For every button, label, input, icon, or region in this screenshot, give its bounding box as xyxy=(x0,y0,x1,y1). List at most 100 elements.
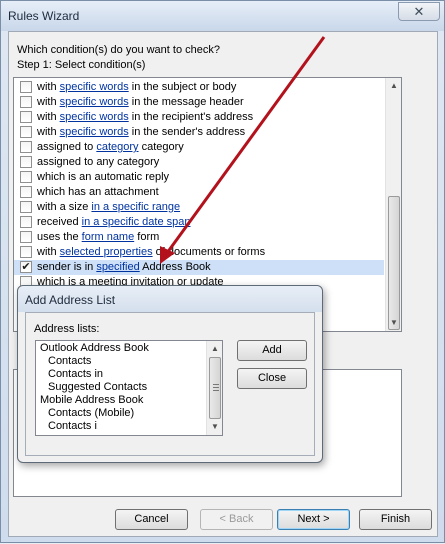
address-list-item[interactable]: Contacts xyxy=(48,355,91,368)
next-button[interactable]: Next > xyxy=(277,509,350,530)
condition-text: which has an attachment xyxy=(37,185,159,200)
condition-checkbox[interactable] xyxy=(20,141,32,153)
dialog-title: Add Address List xyxy=(25,293,116,307)
condition-text-part: category xyxy=(138,141,184,153)
list-scroll-up-icon[interactable]: ▲ xyxy=(207,341,222,357)
condition-text: with selected properties of documents or… xyxy=(37,245,265,260)
condition-text-part: form xyxy=(134,231,160,243)
address-list-item[interactable]: Outlook Address Book xyxy=(40,342,149,355)
condition-checkbox[interactable] xyxy=(20,171,32,183)
condition-checkbox[interactable] xyxy=(20,231,32,243)
condition-link[interactable]: form name xyxy=(82,231,135,243)
rules-wizard-window: Rules Wizard ✕ Which condition(s) do you… xyxy=(0,0,445,543)
condition-text: with specific words in the sender's addr… xyxy=(37,125,245,140)
list-scroll-thumb[interactable] xyxy=(209,357,221,419)
address-list-scrollbar[interactable]: ▲ ▼ xyxy=(206,341,222,435)
condition-link[interactable]: specific words xyxy=(60,96,129,108)
condition-text-part: Address Book xyxy=(139,261,211,273)
condition-text-part: in the message header xyxy=(128,96,244,108)
address-lists-label: Address lists: xyxy=(34,323,100,335)
condition-text-part: which has an attachment xyxy=(37,186,159,198)
condition-checkbox[interactable] xyxy=(20,186,32,198)
step-label: Step 1: Select condition(s) xyxy=(17,59,146,71)
condition-row[interactable]: ✔ sender is in specified Address Book xyxy=(14,260,384,275)
condition-text-part: assigned to xyxy=(37,141,97,153)
condition-text: with a size in a specific range xyxy=(37,200,180,215)
condition-row[interactable]: with specific words in the recipient's a… xyxy=(14,110,384,125)
title-bar[interactable]: Rules Wizard ✕ xyxy=(1,1,444,31)
condition-row[interactable]: with selected properties of documents or… xyxy=(14,245,384,260)
dialog-body: Address lists: Outlook Address Book Conta… xyxy=(25,312,315,456)
condition-link[interactable]: in a specific range xyxy=(91,201,180,213)
condition-link[interactable]: specified xyxy=(96,261,139,273)
condition-text-part: in the subject or body xyxy=(128,81,237,93)
condition-text: sender is in specified Address Book xyxy=(37,260,211,275)
redaction-mark xyxy=(97,419,187,433)
condition-checkbox[interactable] xyxy=(20,81,32,93)
condition-text-part: which is an automatic reply xyxy=(37,171,170,183)
condition-text-part: received xyxy=(37,216,82,228)
condition-text-part: with xyxy=(37,111,60,123)
condition-row[interactable]: assigned to category category xyxy=(14,140,384,155)
add-button[interactable]: Add xyxy=(237,340,307,361)
condition-text: which is an automatic reply xyxy=(37,170,169,185)
condition-checkbox[interactable] xyxy=(20,201,32,213)
condition-checkbox[interactable] xyxy=(20,156,32,168)
condition-row[interactable]: with specific words in the subject or bo… xyxy=(14,80,384,95)
list-scroll-down-icon[interactable]: ▼ xyxy=(207,419,222,435)
condition-text: assigned to category category xyxy=(37,140,184,155)
condition-text-part: with xyxy=(37,246,60,258)
address-list-item[interactable]: Contacts in xyxy=(48,368,103,381)
conditions-prompt: Which condition(s) do you want to check? xyxy=(17,44,220,56)
back-button[interactable]: < Back xyxy=(200,509,273,530)
close-button[interactable]: Close xyxy=(237,368,307,389)
address-list-item[interactable]: Mobile Address Book xyxy=(40,394,143,407)
condition-text: with specific words in the subject or bo… xyxy=(37,80,236,95)
condition-link[interactable]: selected properties xyxy=(60,246,153,258)
condition-link[interactable]: specific words xyxy=(60,126,129,138)
condition-text-part: with xyxy=(37,126,60,138)
condition-link[interactable]: in a specific date span xyxy=(82,216,191,228)
condition-checkbox[interactable] xyxy=(20,216,32,228)
condition-text-part: sender is in xyxy=(37,261,97,273)
condition-text-part: with xyxy=(37,81,60,93)
scroll-up-icon[interactable]: ▲ xyxy=(386,78,401,94)
condition-text-part: with a size xyxy=(37,201,92,213)
condition-text: uses the form name form xyxy=(37,230,159,245)
condition-text-part: in the recipient's address xyxy=(128,111,254,123)
condition-row[interactable]: received in a specific date span xyxy=(14,215,384,230)
condition-checkbox[interactable]: ✔ xyxy=(20,261,32,273)
scroll-thumb[interactable] xyxy=(388,196,400,330)
condition-checkbox[interactable] xyxy=(20,111,32,123)
finish-button[interactable]: Finish xyxy=(359,509,432,530)
condition-row[interactable]: with specific words in the sender's addr… xyxy=(14,125,384,140)
window-title: Rules Wizard xyxy=(8,9,80,23)
condition-text-part: of documents or forms xyxy=(152,246,266,258)
cancel-button[interactable]: Cancel xyxy=(115,509,188,530)
condition-text: assigned to any category xyxy=(37,155,159,170)
condition-text-part: in the sender's address xyxy=(128,126,246,138)
close-icon[interactable]: ✕ xyxy=(398,2,440,21)
scroll-down-icon[interactable]: ▼ xyxy=(386,315,401,331)
condition-row[interactable]: with specific words in the message heade… xyxy=(14,95,384,110)
condition-text: with specific words in the message heade… xyxy=(37,95,244,110)
condition-link[interactable]: specific words xyxy=(60,81,129,93)
condition-checkbox[interactable] xyxy=(20,96,32,108)
condition-text-part: uses the xyxy=(37,231,82,243)
condition-text-part: assigned to any category xyxy=(37,156,160,168)
condition-row[interactable]: assigned to any category xyxy=(14,155,384,170)
dialog-title-bar[interactable]: Add Address List xyxy=(18,286,322,312)
address-list-item[interactable]: Suggested Contacts xyxy=(48,381,147,394)
condition-row[interactable]: which is an automatic reply xyxy=(14,170,384,185)
condition-link[interactable]: specific words xyxy=(60,111,129,123)
conditions-scrollbar[interactable]: ▲ ▼ xyxy=(385,78,401,331)
condition-text: received in a specific date span xyxy=(37,215,191,230)
address-list-item[interactable]: Contacts in xyxy=(48,420,103,433)
condition-link[interactable]: category xyxy=(96,141,138,153)
condition-row[interactable]: with a size in a specific range xyxy=(14,200,384,215)
condition-row[interactable]: uses the form name form xyxy=(14,230,384,245)
condition-checkbox[interactable] xyxy=(20,126,32,138)
condition-checkbox[interactable] xyxy=(20,246,32,258)
condition-row[interactable]: which has an attachment xyxy=(14,185,384,200)
condition-text: with specific words in the recipient's a… xyxy=(37,110,253,125)
